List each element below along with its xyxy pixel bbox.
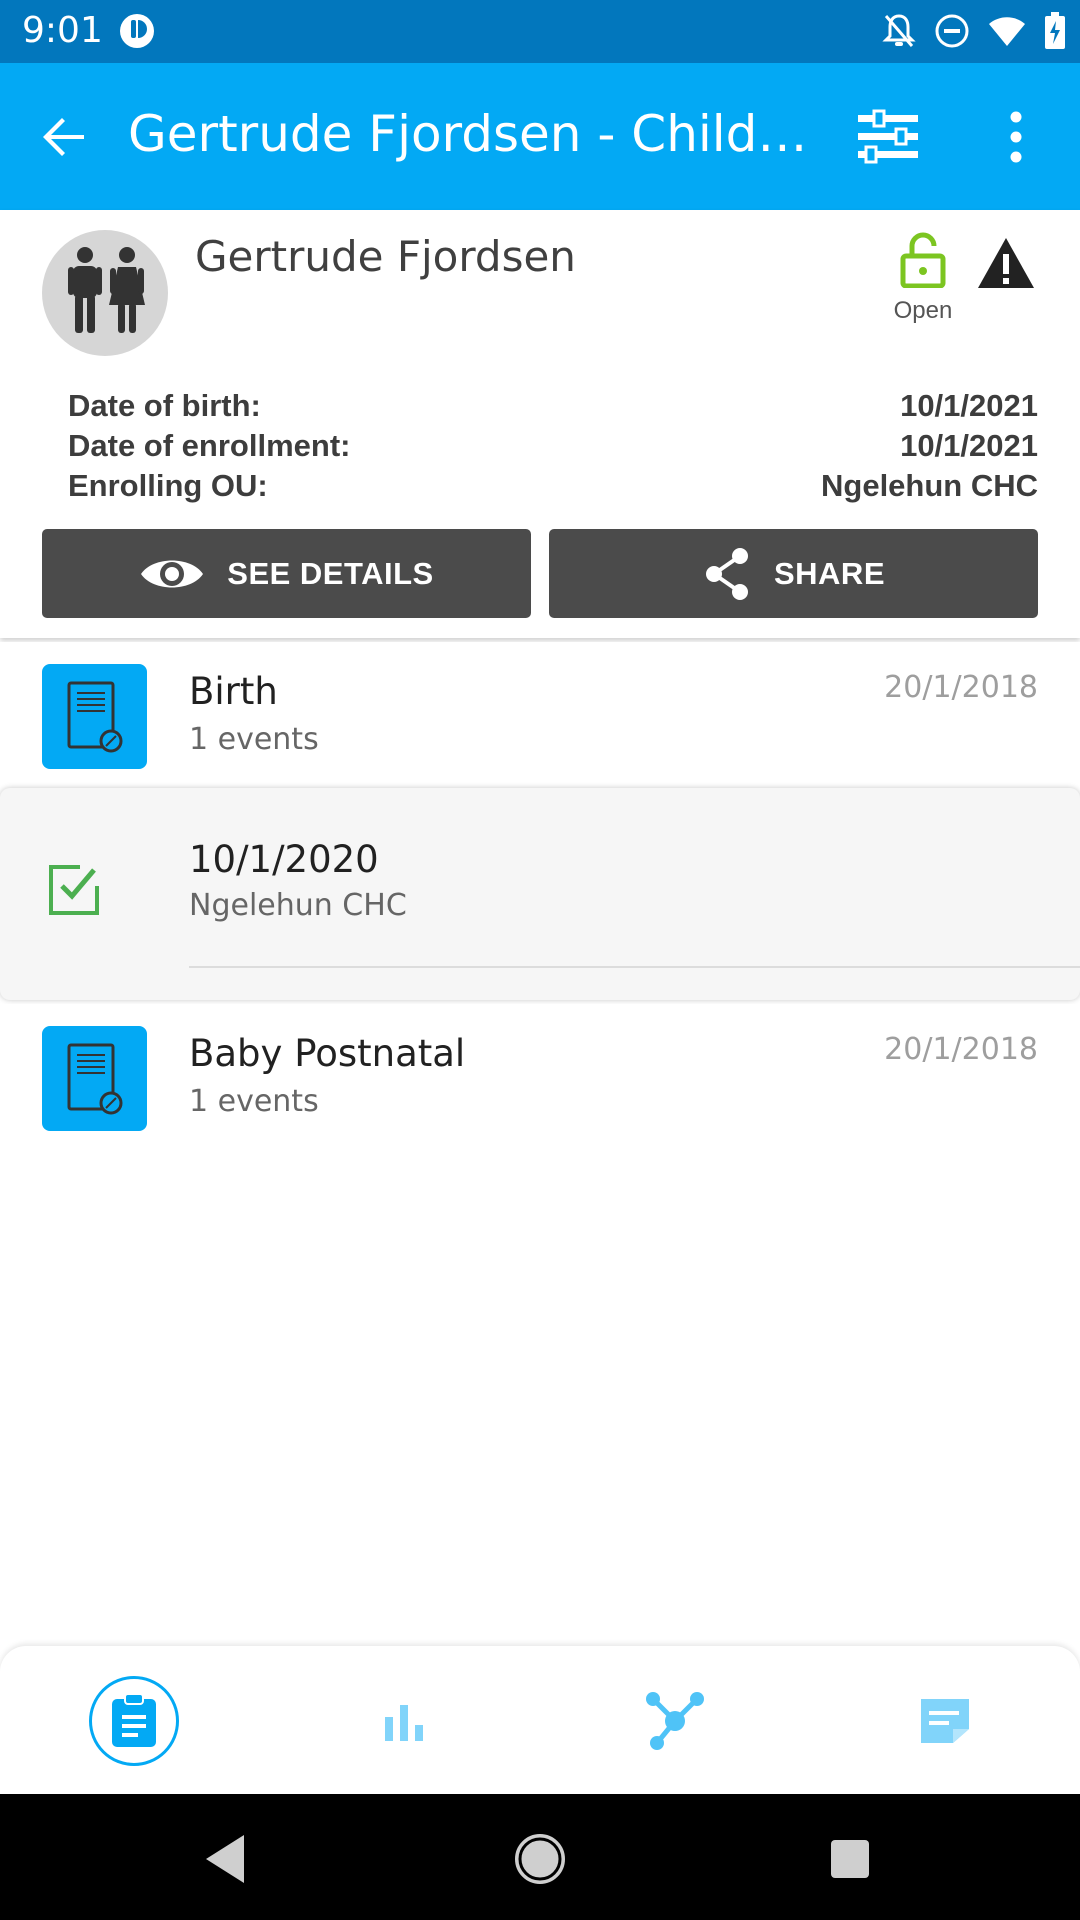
filter-icon[interactable] [852,107,924,167]
stage-form-icon [42,664,147,769]
info-value: Ngelehun CHC [821,468,1038,503]
people-icon [68,247,145,333]
lock-open-icon [900,232,946,289]
info-row: Date of birth: 10/1/2021 [68,386,1038,426]
wifi-icon [988,14,1026,53]
stage-date: 20/1/2018 [884,1032,1038,1067]
info-label: Enrolling OU: [68,468,268,503]
info-label: Date of enrollment: [68,428,351,463]
profile-name: Gertrude Fjordsen [195,232,576,281]
info-row: Date of enrollment: 10/1/2021 [68,426,1038,466]
info-value: 10/1/2021 [900,428,1038,463]
app-notification-icon [118,12,156,55]
toolbar-title: Gertrude Fjordsen - Child Programme [128,105,808,163]
bottom-navigation [0,1646,1080,1794]
details-icon [112,1693,156,1747]
relationships-icon [646,1692,704,1750]
more-vert-icon[interactable] [996,107,1036,167]
battery-charging-icon [1044,12,1066,55]
stage-name: Birth [189,670,278,713]
do-not-disturb-icon [934,13,970,54]
status-label: Open [893,297,953,324]
event-card[interactable]: 10/1/2020 Ngelehun CHC [0,788,1080,1000]
system-back-icon[interactable] [190,1824,260,1894]
system-recents-icon[interactable] [815,1824,885,1894]
stage-item-baby-postnatal[interactable]: Baby Postnatal 1 events 20/1/2018 [0,1004,1080,1144]
system-navigation-bar [0,1794,1080,1920]
nav-details-tab[interactable] [89,1676,179,1766]
eye-icon [141,560,204,587]
event-completed-icon [46,862,102,918]
enrollment-profile-card: Gertrude Fjordsen Open Date of birth: 10… [0,210,1080,638]
share-button[interactable]: SHARE [549,529,1038,618]
enrollment-status[interactable]: Open [890,232,956,325]
stage-item-birth[interactable]: Birth 1 events 20/1/2018 [0,642,1080,782]
stage-name: Baby Postnatal [189,1032,466,1075]
status-bar: 9:01 [0,0,1080,63]
back-arrow-icon[interactable] [36,109,92,165]
stage-event-count: 1 events [189,1084,319,1119]
stage-event-count: 1 events [189,722,319,757]
divider [189,966,1080,968]
stage-form-icon [42,1026,147,1131]
info-label: Date of birth: [68,388,261,423]
event-org-unit: Ngelehun CHC [189,888,407,923]
analytics-icon [385,1705,423,1741]
avatar [42,230,168,356]
system-home-icon[interactable] [505,1824,575,1894]
nav-relationships-tab[interactable] [630,1676,720,1766]
notes-icon [921,1699,969,1743]
toolbar: Gertrude Fjordsen - Child Programme [0,63,1080,210]
info-value: 10/1/2021 [900,388,1038,423]
nav-analytics-tab[interactable] [359,1676,449,1766]
stage-date: 20/1/2018 [884,670,1038,705]
notifications-off-icon [882,12,916,55]
status-time: 9:01 [22,10,103,51]
enrollment-info: Date of birth: 10/1/2021 Date of enrollm… [68,386,1038,506]
event-date: 10/1/2020 [189,838,379,881]
nav-notes-tab[interactable] [900,1676,990,1766]
info-row: Enrolling OU: Ngelehun CHC [68,466,1038,506]
share-icon [705,547,748,600]
see-details-button[interactable]: SEE DETAILS [42,529,531,618]
see-details-label: SEE DETAILS [227,555,434,591]
share-label: SHARE [773,555,885,591]
warning-icon[interactable] [976,236,1036,290]
